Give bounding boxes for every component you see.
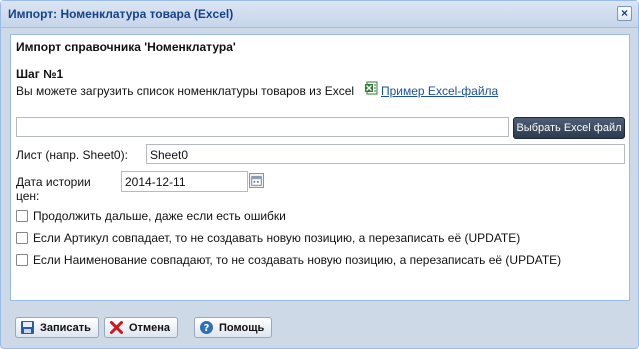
option-continue-on-errors[interactable]: Продолжить дальше, даже если есть ошибки: [16, 208, 286, 224]
step-description: Вы можете загрузить список номенклатуры …: [16, 84, 355, 98]
option-update-by-article[interactable]: Если Артикул совпадает, то не создавать …: [16, 230, 520, 246]
sheet-input[interactable]: Sheet0: [146, 144, 625, 164]
update-by-name-checkbox[interactable]: [16, 254, 28, 266]
sheet-label: Лист (напр. Sheet0):: [16, 148, 128, 162]
save-button[interactable]: Записать: [15, 317, 99, 338]
select-excel-file-button[interactable]: Выбрать Excel файл: [513, 117, 625, 139]
svg-text:?: ?: [204, 323, 210, 334]
excel-icon: [365, 81, 378, 95]
step-title: Шаг №1: [16, 67, 64, 81]
help-button[interactable]: ? Помощь: [194, 317, 273, 338]
option-label: Продолжить дальше, даже если есть ошибки: [33, 209, 286, 223]
save-icon: [21, 321, 34, 334]
help-label: Помощь: [219, 321, 265, 334]
help-icon: ?: [200, 321, 213, 334]
button-toolbar: Записать Отмена ? Помощь: [2, 306, 638, 346]
update-by-article-checkbox[interactable]: [16, 232, 28, 244]
price-history-date-label: Дата истории цен:: [16, 175, 91, 203]
price-history-date-input[interactable]: 2014-12-11: [121, 171, 248, 192]
file-path-input[interactable]: [16, 117, 509, 137]
panel-heading: Импорт справочника 'Номенклатура': [16, 40, 236, 54]
cancel-button[interactable]: Отмена: [104, 317, 178, 338]
import-dialog: Импорт: Номенклатура товара (Excel) × Им…: [0, 0, 639, 349]
save-label: Записать: [40, 321, 91, 334]
import-panel: Импорт справочника 'Номенклатура' Шаг №1…: [10, 34, 630, 301]
option-update-by-name[interactable]: Если Наименование совпадают, то не созда…: [16, 252, 561, 268]
close-icon[interactable]: ×: [617, 6, 632, 21]
dialog-titlebar[interactable]: Импорт: Номенклатура товара (Excel) ×: [1, 1, 638, 28]
cancel-label: Отмена: [129, 321, 170, 334]
cancel-icon: [110, 321, 123, 334]
calendar-icon[interactable]: [249, 173, 264, 188]
dialog-title: Импорт: Номенклатура товара (Excel): [8, 7, 234, 21]
example-excel-link[interactable]: Пример Excel-файла: [381, 84, 498, 98]
continue-on-errors-checkbox[interactable]: [16, 210, 28, 222]
option-label: Если Наименование совпадают, то не созда…: [33, 253, 562, 267]
option-label: Если Артикул совпадает, то не создавать …: [33, 231, 521, 245]
